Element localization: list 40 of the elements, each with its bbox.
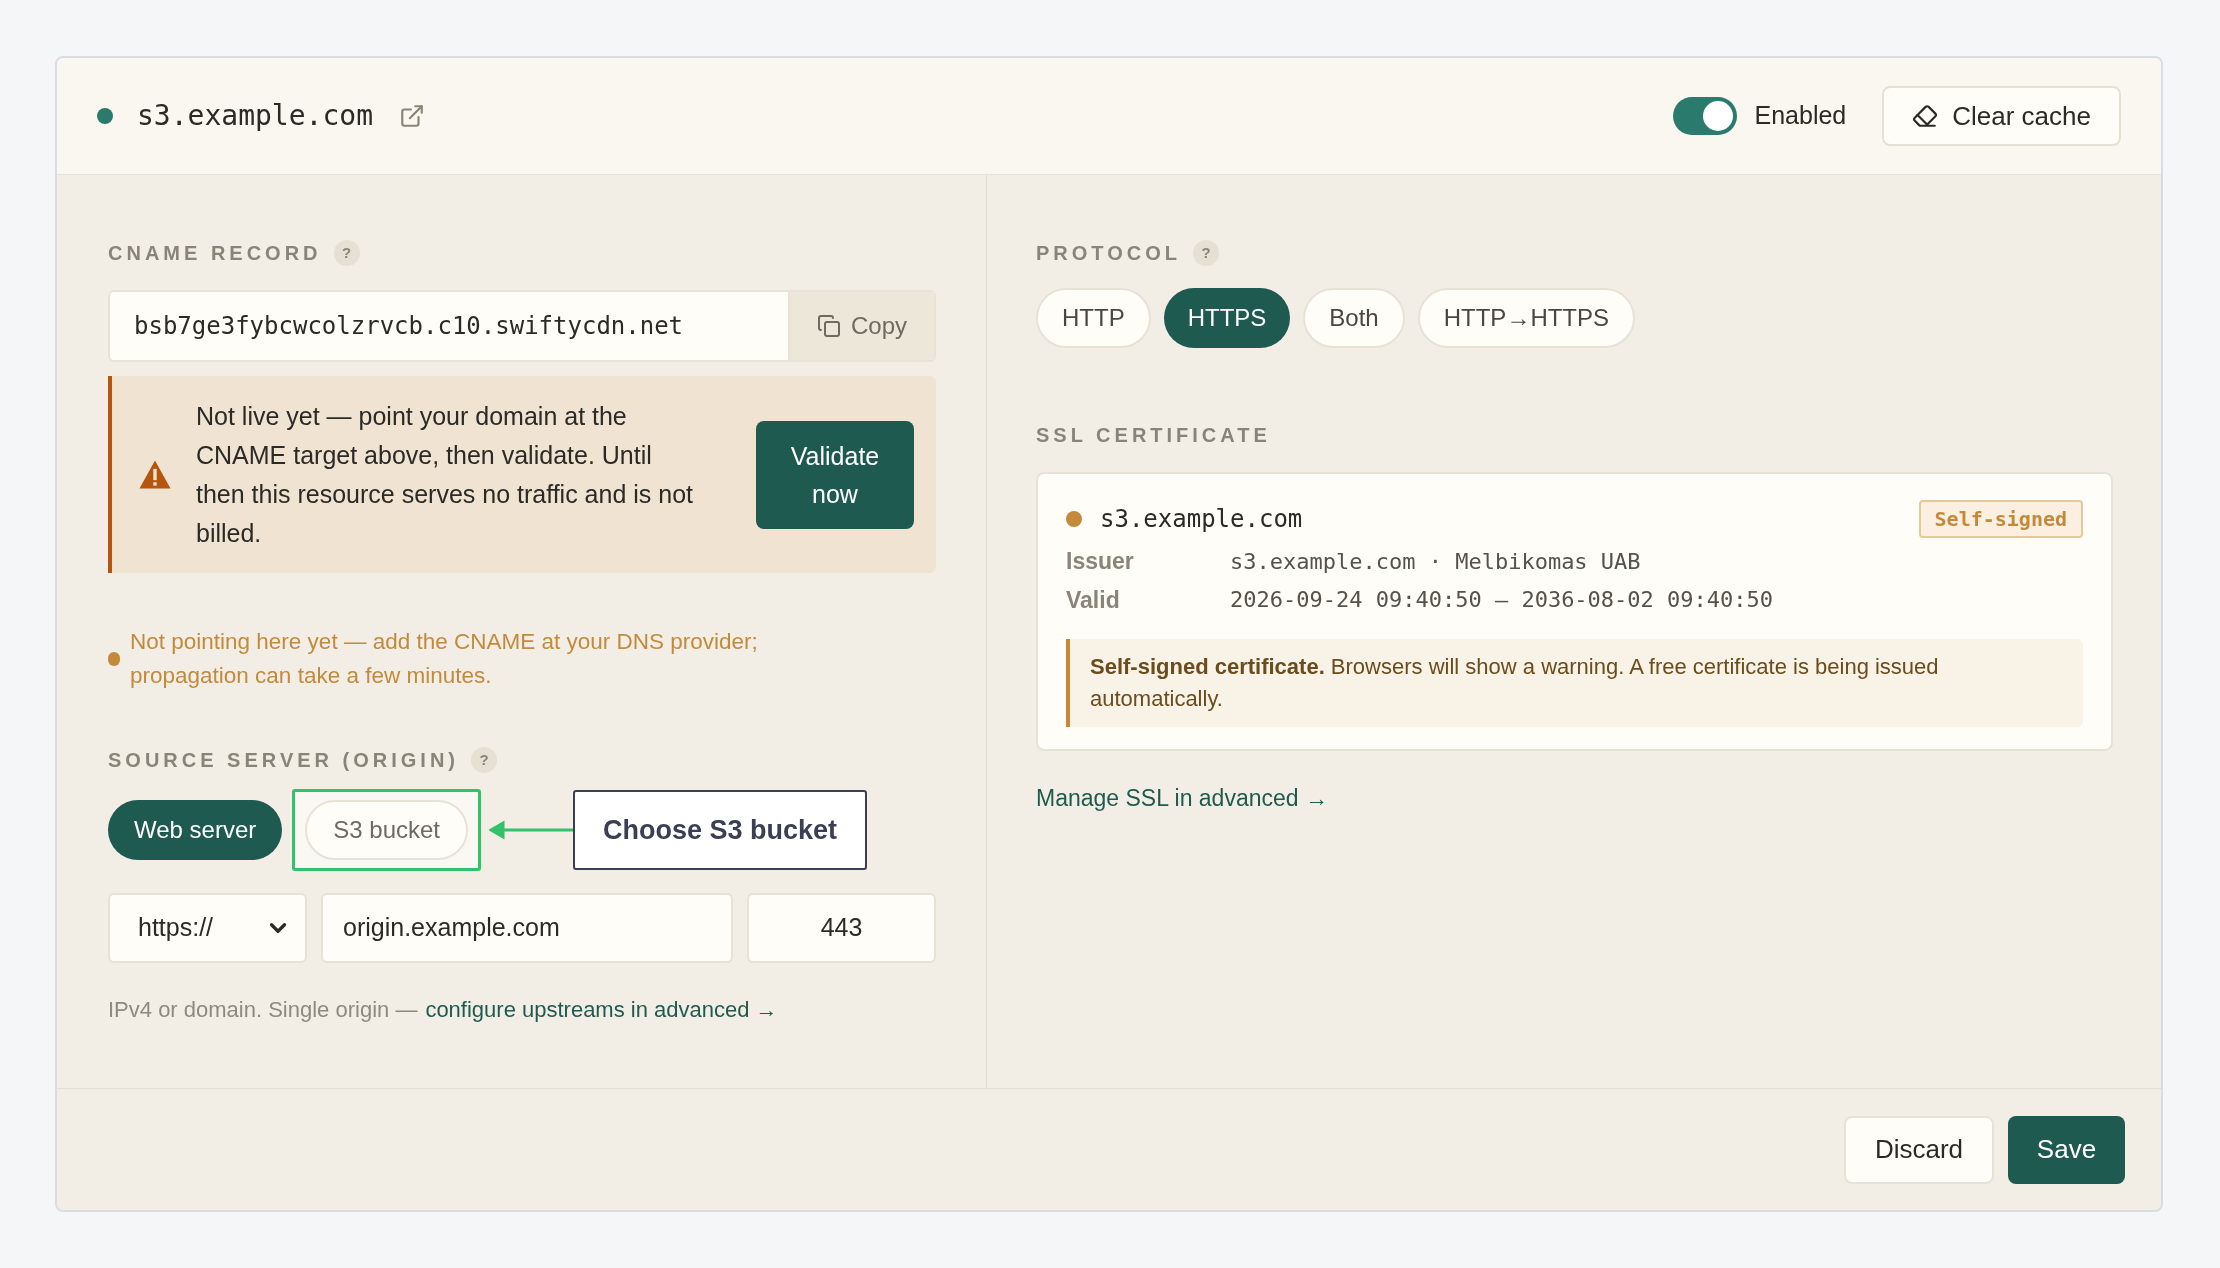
external-link-icon[interactable] xyxy=(399,103,425,129)
origin-type-tab[interactable]: Web server xyxy=(108,800,283,860)
origin-type-tab[interactable]: S3 bucket xyxy=(305,800,468,860)
arrow-icon xyxy=(489,820,573,840)
warning-text: Not live yet — point your domain at the CNAME target above, then validate. Until then this resource serves no traffic and is not billed. xyxy=(196,400,695,549)
clear-cache-button[interactable]: Clear cache xyxy=(1882,86,2121,146)
validate-button[interactable]: Validate now xyxy=(756,420,914,529)
origin-hint: IPv4 or domain. Single origin — xyxy=(108,996,418,1024)
self-signed-notice: Self-signed certificate. Browsers will show a warning. A free certificate is being issued automatically. xyxy=(1066,639,2083,727)
certificate-domain: s3.example.com xyxy=(1100,504,1303,535)
section-label: CNAME RECORD xyxy=(108,241,322,266)
section-label: SSL CERTIFICATE xyxy=(1036,423,1271,448)
manage-ssl-link[interactable]: Manage SSL in advanced → xyxy=(1036,781,1328,816)
port-field[interactable]: 443 xyxy=(747,893,936,963)
field-value: s3.example.com · Melbikomas UAB xyxy=(1230,547,1641,576)
protocol-tab[interactable]: HTTP→HTTPS xyxy=(1417,288,1636,348)
field-label: Issuer xyxy=(1066,547,1135,576)
annotation-callout: Choose S3 bucket xyxy=(573,790,868,870)
copy-button[interactable]: Copy xyxy=(788,292,934,360)
toggle-label: Enabled xyxy=(1754,100,1847,132)
save-button[interactable]: Save xyxy=(2008,1115,2125,1184)
scheme-select[interactable]: https:// xyxy=(108,893,307,963)
section-label: PROTOCOL xyxy=(1036,241,1181,266)
protocol-tab[interactable]: HTTP xyxy=(1036,288,1151,348)
copy-icon xyxy=(817,314,841,338)
upstreams-link[interactable]: configure upstreams in advanced → xyxy=(425,993,778,1026)
protocol-tab[interactable]: HTTPS xyxy=(1163,288,1291,348)
cname-field[interactable]: bsb7ge3fybcwcolzrvcb.c10.swiftycdn.net Copy xyxy=(108,290,936,362)
host-field[interactable]: origin.example.com xyxy=(321,893,733,963)
warning-icon xyxy=(138,459,172,490)
protocol-tab[interactable]: Both xyxy=(1303,288,1405,348)
field-label: Valid xyxy=(1066,585,1121,615)
discard-button[interactable]: Discard xyxy=(1844,1115,1994,1184)
section-label: SOURCE SERVER (ORIGIN) xyxy=(108,748,459,773)
field-value: 2026-09-24 09:40:50 — 2036-08-02 09:40:50 xyxy=(1230,586,1774,615)
domain-title: s3.example.com xyxy=(137,98,373,134)
self-signed-badge: Self-signed xyxy=(1918,500,2083,538)
eraser-icon xyxy=(1912,103,1939,129)
dns-note: Not pointing here yet — add the CNAME at your DNS provider; propagation can take a few minutes. xyxy=(130,628,759,690)
enabled-toggle[interactable] xyxy=(1672,97,1737,135)
